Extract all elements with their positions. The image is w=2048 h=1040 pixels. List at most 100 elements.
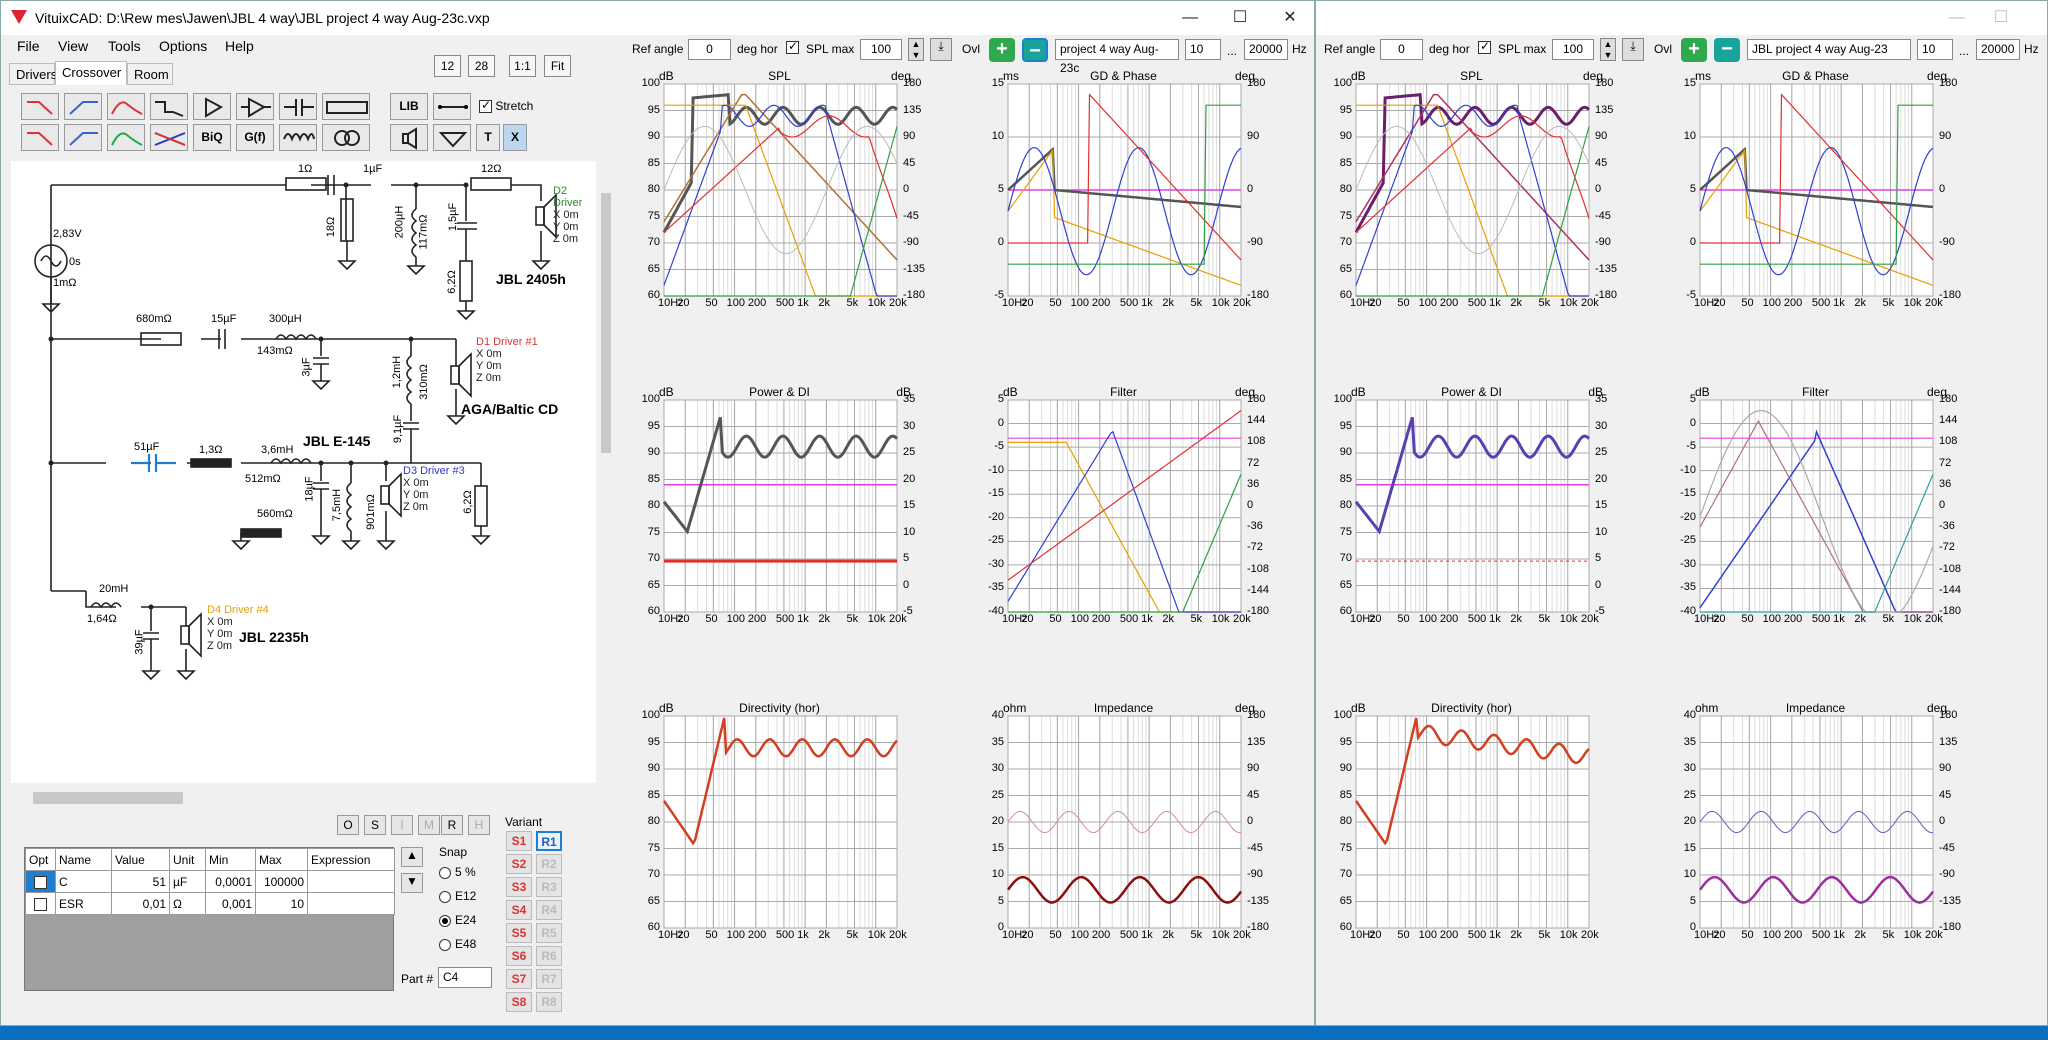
power-chart-1-2[interactable]: Power & DI dB dB 100 95 90 85 80 75 70 65 60 35 30 25 2… [630,385,929,642]
r-button[interactable]: R [441,815,463,835]
crossing-filter-button[interactable] [150,124,188,151]
o-button[interactable]: O [337,815,359,835]
fmin-input-2[interactable]: 10 [1917,39,1953,60]
spl-limit-icon-2[interactable]: ⤓ [1622,38,1644,61]
transformer-tool-button[interactable] [322,124,370,151]
inductor-tool-button[interactable] [279,124,317,151]
variant-r5-button[interactable]: R5 [536,923,562,943]
d2-driver-info[interactable]: D2 Driver X 0m Y 0m Z 0m [553,185,596,245]
schematic-vscroll[interactable] [598,161,614,783]
biquad-button[interactable]: BiQ [193,124,231,151]
delete-tool-button[interactable]: X [503,124,527,151]
variant-s2-button[interactable]: S2 [506,854,532,874]
menu-file[interactable]: File [17,38,40,54]
allpass-button[interactable] [107,124,145,151]
h-button[interactable]: H [468,815,490,835]
spl-stepper-icon[interactable]: ▲ ▼ [908,38,924,61]
dir-chart-3-3[interactable]: Directivity (hor) dB 100 95 90 85 80 75 70 65 60 10… [1322,701,1621,958]
zoom-28-button[interactable]: 28 [468,55,495,77]
snap-e24-radio[interactable]: E24 [439,913,497,927]
menu-options[interactable]: Options [159,38,207,54]
lowpass-1-button[interactable] [21,93,59,120]
variant-r1-button[interactable]: R1 [536,831,562,851]
opt-checkbox[interactable] [34,875,47,889]
power-chart-3-2[interactable]: Power & DI dB dB 100 95 90 85 80 75 70 65 60 35 30 25 2… [1322,385,1621,642]
spl-max-checkbox-2[interactable]: ✓ [1478,39,1491,54]
highpass-1-button[interactable] [64,93,102,120]
param-min[interactable]: 0,001 [205,892,256,915]
dir-chart-1-3[interactable]: Directivity (hor) dB 100 95 90 85 80 75 70 65 60 10… [630,701,929,958]
ref-angle-input[interactable]: 0 [688,39,731,60]
spl-max-input[interactable]: 100 [860,39,902,60]
lowpass-2-button[interactable] [21,124,59,151]
variant-s7-button[interactable]: S7 [506,969,532,989]
variant-r6-button[interactable]: R6 [536,946,562,966]
variant-s6-button[interactable]: S6 [506,946,532,966]
add-overlay-icon-2[interactable]: + [1681,38,1707,62]
minimize-icon[interactable]: — [1944,7,1970,29]
variant-r2-button[interactable]: R2 [536,854,562,874]
stretch-checkbox[interactable]: ✓ Stretch [479,98,533,114]
imp-chart-2-3[interactable]: Impedance ohm deg 40 35 30 25 20 15 10 5 0 180 135 90 4… [974,701,1273,958]
part-input[interactable]: C4 [438,967,492,988]
schematic-hscroll[interactable] [11,789,596,807]
spl-stepper-icon-2[interactable]: ▲ ▼ [1600,38,1616,61]
tab-drivers[interactable]: Drivers [9,63,57,85]
m-button[interactable]: M [418,815,440,835]
resistor-tool-button[interactable] [322,93,370,120]
remove-overlay-icon-2[interactable]: − [1714,38,1740,62]
spl-chart-3-1[interactable]: SPL dB deg 100 95 90 85 80 75 70 65 60 180 135 90 45 0 -4… [1322,69,1621,326]
maximize-icon[interactable]: ☐ [1227,7,1253,29]
param-max[interactable]: 10 [255,892,308,915]
variant-s4-button[interactable]: S4 [506,900,532,920]
snap-e48-radio[interactable]: E48 [439,937,497,951]
param-value[interactable]: 0,01 [111,892,170,915]
spl-max-checkbox[interactable]: ✓ [786,39,799,54]
speaker-tool-button[interactable] [390,124,428,151]
remove-overlay-icon[interactable]: − [1022,38,1048,62]
spl-limit-icon[interactable]: ⤓ [930,38,952,61]
library-button[interactable]: LIB [390,93,428,120]
table-row[interactable]: ESR 0,01 Ω 0,001 10 [25,892,395,915]
param-value[interactable]: 51 [111,870,170,893]
buffer-button[interactable] [193,93,231,120]
down-arrow-icon[interactable]: ▼ [401,873,423,893]
ref-angle-input-2[interactable]: 0 [1380,39,1423,60]
param-min[interactable]: 0,0001 [205,870,256,893]
i-button[interactable]: I [391,815,413,835]
zoom-fit-button[interactable]: Fit [544,55,571,77]
highpass-2-button[interactable] [64,124,102,151]
amplifier-button[interactable] [236,93,274,120]
fmax-input[interactable]: 20000 [1244,39,1288,60]
filter-chart-4-2[interactable]: Filter dB deg 5 0 -5 -10 -15 -20 -25 -30 -35 -40 180 1… [1666,385,1965,642]
ground-tool-button[interactable] [433,124,471,151]
param-max[interactable]: 100000 [255,870,308,893]
fmax-input-2[interactable]: 20000 [1976,39,2020,60]
capacitor-tool-button[interactable] [279,93,317,120]
imp-chart-4-3[interactable]: Impedance ohm deg 40 35 30 25 20 15 10 5 0 180 135 90 4… [1666,701,1965,958]
close-icon[interactable]: ✕ [1277,7,1303,29]
variant-s5-button[interactable]: S5 [506,923,532,943]
gf-button[interactable]: G(f) [236,124,274,151]
wire-tool-button[interactable] [433,93,471,120]
table-row[interactable]: C 51 µF 0,0001 100000 [25,870,395,893]
gd-chart-2-1[interactable]: GD & Phase ms deg 15 10 5 0 -5 180 90 0 -90 -180 10Hz… [974,69,1273,326]
variant-s8-button[interactable]: S8 [506,992,532,1012]
snap-e12-radio[interactable]: E12 [439,889,497,903]
variant-r3-button[interactable]: R3 [536,877,562,897]
minimize-icon[interactable]: — [1177,7,1203,29]
menu-tools[interactable]: Tools [108,38,141,54]
schematic-canvas[interactable]: 2,83V 0s 1mΩ 1Ω 1µF 12Ω 18Ω 200µH 117mΩ … [11,161,596,783]
tab-room[interactable]: Room [127,63,173,85]
param-expression[interactable] [307,892,395,915]
opt-checkbox[interactable] [34,897,47,911]
add-overlay-icon[interactable]: + [989,38,1015,62]
s-button[interactable]: S [364,815,386,835]
hscroll-thumb[interactable] [33,792,183,804]
fmin-input[interactable]: 10 [1185,39,1221,60]
menu-help[interactable]: Help [225,38,254,54]
menu-view[interactable]: View [58,38,88,54]
vscroll-thumb[interactable] [601,193,611,453]
variant-s3-button[interactable]: S3 [506,877,532,897]
spl-max-input-2[interactable]: 100 [1552,39,1594,60]
